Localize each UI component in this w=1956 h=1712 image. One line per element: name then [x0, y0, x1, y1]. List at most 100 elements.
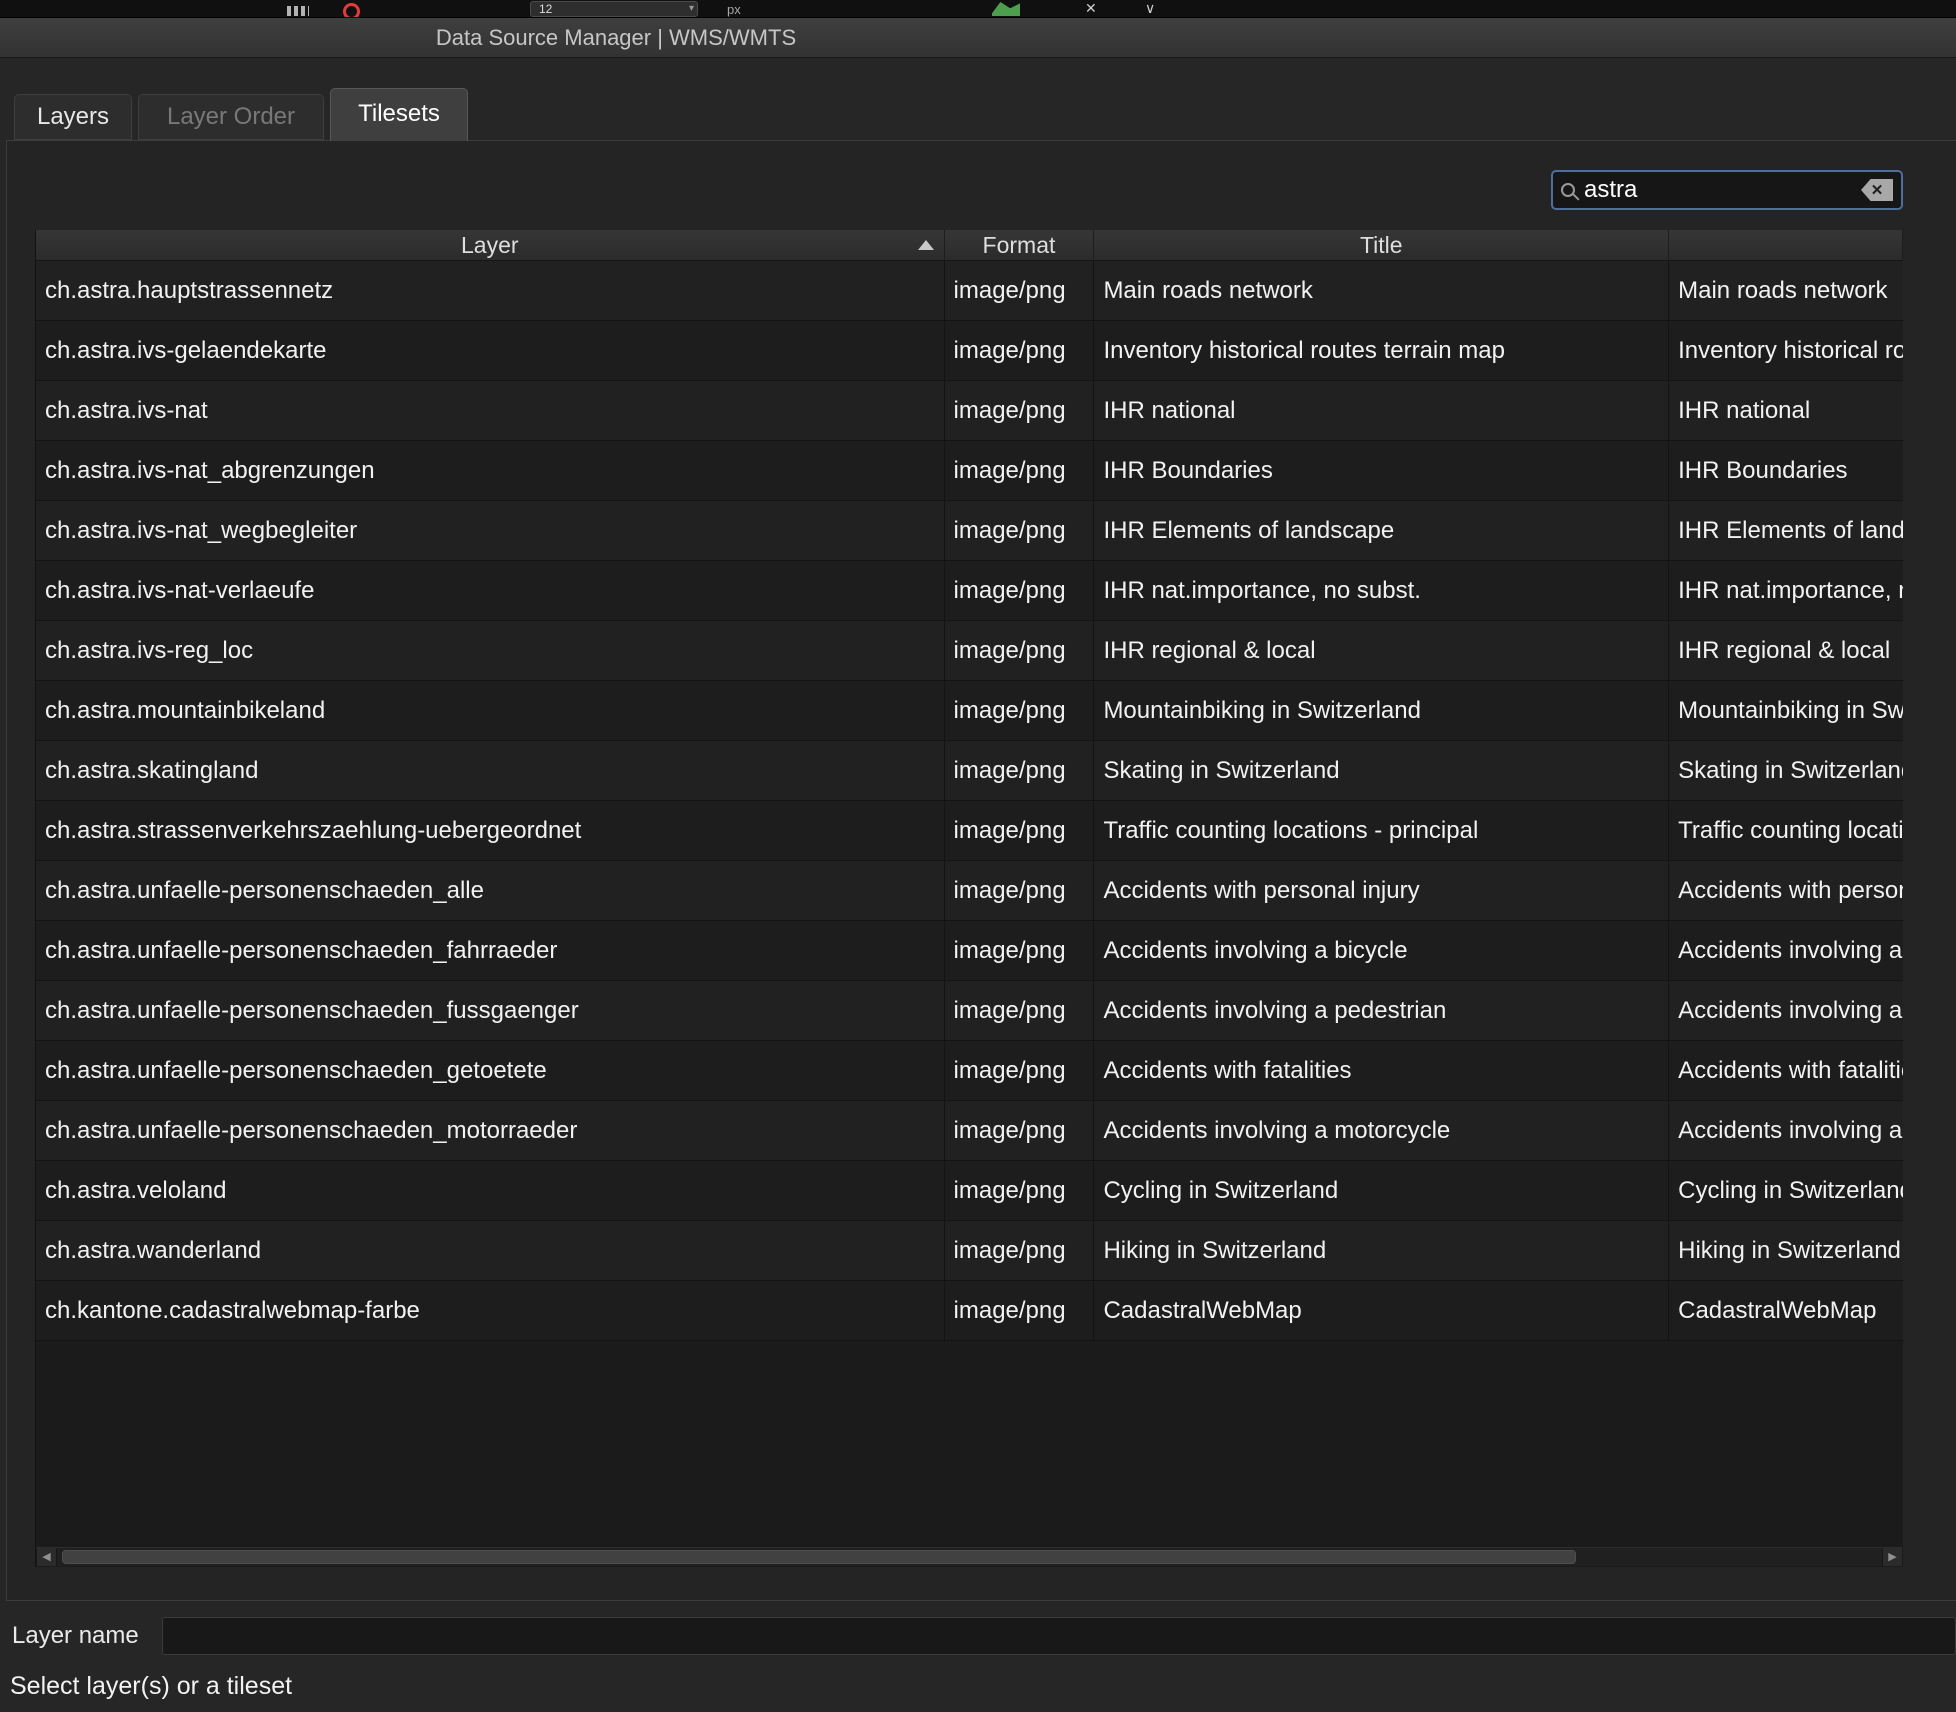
cell-layer[interactable]: ch.astra.unfaelle-personenschaeden_fahrr…: [36, 921, 945, 980]
cell-title[interactable]: Inventory historical routes terrain map: [1094, 321, 1669, 380]
cell-format[interactable]: image/png: [945, 621, 1095, 680]
cell-format[interactable]: image/png: [945, 681, 1095, 740]
cell-format[interactable]: image/png: [945, 1281, 1095, 1340]
cell-format[interactable]: image/png: [945, 1161, 1095, 1220]
cell-layer[interactable]: ch.astra.skatingland: [36, 741, 945, 800]
table-row[interactable]: ch.astra.hauptstrassennetzimage/pngMain …: [36, 261, 1903, 321]
cell-abstract[interactable]: Mountainbiking in Switzerland: [1669, 681, 1903, 740]
table-row[interactable]: ch.astra.unfaelle-personenschaeden_fahrr…: [36, 921, 1903, 981]
cell-layer[interactable]: ch.astra.veloland: [36, 1161, 945, 1220]
cell-format[interactable]: image/png: [945, 801, 1095, 860]
table-grid-icon[interactable]: [287, 6, 309, 16]
table-row[interactable]: ch.astra.unfaelle-personenschaeden_getoe…: [36, 1041, 1903, 1101]
cell-abstract[interactable]: IHR Elements of landscape: [1669, 501, 1903, 560]
cell-layer[interactable]: ch.astra.ivs-nat_abgrenzungen: [36, 441, 945, 500]
cell-format[interactable]: image/png: [945, 1101, 1095, 1160]
cell-layer[interactable]: ch.astra.unfaelle-personenschaeden_alle: [36, 861, 945, 920]
column-header-abstract[interactable]: [1669, 230, 1903, 261]
table-row[interactable]: ch.astra.mountainbikelandimage/pngMounta…: [36, 681, 1903, 741]
cell-title[interactable]: Skating in Switzerland: [1094, 741, 1669, 800]
vertex-angle-icon[interactable]: ∨: [1145, 0, 1155, 17]
sort-ascending-icon[interactable]: [918, 240, 934, 250]
cell-layer[interactable]: ch.astra.ivs-reg_loc: [36, 621, 945, 680]
cell-format[interactable]: image/png: [945, 741, 1095, 800]
cell-layer[interactable]: ch.astra.unfaelle-personenschaeden_getoe…: [36, 1041, 945, 1100]
cell-abstract[interactable]: Inventory historical routes terrain map: [1669, 321, 1903, 380]
table-row[interactable]: ch.astra.skatinglandimage/pngSkating in …: [36, 741, 1903, 801]
cell-format[interactable]: image/png: [945, 981, 1095, 1040]
table-row[interactable]: ch.astra.unfaelle-personenschaeden_motor…: [36, 1101, 1903, 1161]
vertex-cross-icon[interactable]: ✕: [1085, 0, 1097, 17]
cell-layer[interactable]: ch.astra.unfaelle-personenschaeden_motor…: [36, 1101, 945, 1160]
clear-search-icon[interactable]: ✕: [1861, 179, 1893, 201]
cell-title[interactable]: Accidents involving a pedestrian: [1094, 981, 1669, 1040]
cell-abstract[interactable]: IHR nat.importance, no subst.: [1669, 561, 1903, 620]
cell-layer[interactable]: ch.astra.unfaelle-personenschaeden_fussg…: [36, 981, 945, 1040]
cell-format[interactable]: image/png: [945, 261, 1095, 320]
cell-layer[interactable]: ch.astra.wanderland: [36, 1221, 945, 1280]
cell-title[interactable]: Accidents with fatalities: [1094, 1041, 1669, 1100]
table-row[interactable]: ch.astra.strassenverkehrszaehlung-ueberg…: [36, 801, 1903, 861]
cell-format[interactable]: image/png: [945, 921, 1095, 980]
cell-layer[interactable]: ch.astra.ivs-nat_wegbegleiter: [36, 501, 945, 560]
scroll-right-icon[interactable]: ▶: [1882, 1548, 1902, 1566]
cell-abstract[interactable]: Accidents involving a pedestrian: [1669, 981, 1903, 1040]
cell-abstract[interactable]: CadastralWebMap: [1669, 1281, 1903, 1340]
horizontal-scrollbar[interactable]: ◀ ▶: [36, 1547, 1903, 1567]
table-row[interactable]: ch.kantone.cadastralwebmap-farbeimage/pn…: [36, 1281, 1903, 1341]
cell-title[interactable]: Cycling in Switzerland: [1094, 1161, 1669, 1220]
table-row[interactable]: ch.astra.ivs-gelaendekarteimage/pngInven…: [36, 321, 1903, 381]
cell-layer[interactable]: ch.astra.ivs-gelaendekarte: [36, 321, 945, 380]
table-row[interactable]: ch.astra.wanderlandimage/pngHiking in Sw…: [36, 1221, 1903, 1281]
cell-layer[interactable]: ch.astra.ivs-nat: [36, 381, 945, 440]
font-size-combobox[interactable]: 12 ▾: [530, 1, 698, 17]
table-row[interactable]: ch.astra.ivs-reg_locimage/pngIHR regiona…: [36, 621, 1903, 681]
cell-layer[interactable]: ch.kantone.cadastralwebmap-farbe: [36, 1281, 945, 1340]
cell-abstract[interactable]: Accidents with personal injury: [1669, 861, 1903, 920]
cell-abstract[interactable]: IHR regional & local: [1669, 621, 1903, 680]
table-row[interactable]: ch.astra.ivs-nat-verlaeufeimage/pngIHR n…: [36, 561, 1903, 621]
cell-format[interactable]: image/png: [945, 861, 1095, 920]
cell-format[interactable]: image/png: [945, 561, 1095, 620]
tab-layers[interactable]: Layers: [14, 94, 132, 140]
table-row[interactable]: ch.astra.velolandimage/pngCycling in Swi…: [36, 1161, 1903, 1221]
cell-abstract[interactable]: Cycling in Switzerland: [1669, 1161, 1903, 1220]
table-row[interactable]: ch.astra.ivs-natimage/pngIHR nationalIHR…: [36, 381, 1903, 441]
cell-format[interactable]: image/png: [945, 501, 1095, 560]
cell-layer[interactable]: ch.astra.hauptstrassennetz: [36, 261, 945, 320]
cell-title[interactable]: Hiking in Switzerland: [1094, 1221, 1669, 1280]
column-header-layer[interactable]: Layer: [36, 230, 945, 261]
cell-layer[interactable]: ch.astra.strassenverkehrszaehlung-ueberg…: [36, 801, 945, 860]
cell-title[interactable]: Accidents with personal injury: [1094, 861, 1669, 920]
scroll-left-icon[interactable]: ◀: [37, 1548, 57, 1566]
cell-abstract[interactable]: Main roads network: [1669, 261, 1903, 320]
map-feature-icon[interactable]: [992, 2, 1020, 16]
cell-format[interactable]: image/png: [945, 441, 1095, 500]
search-input[interactable]: [1584, 176, 1852, 204]
cell-title[interactable]: IHR regional & local: [1094, 621, 1669, 680]
record-circle-icon[interactable]: [343, 3, 360, 18]
cell-title[interactable]: Accidents involving a motorcycle: [1094, 1101, 1669, 1160]
cell-title[interactable]: Accidents involving a bicycle: [1094, 921, 1669, 980]
scrollbar-thumb[interactable]: [62, 1550, 1576, 1564]
cell-format[interactable]: image/png: [945, 1041, 1095, 1100]
cell-abstract[interactable]: IHR Boundaries: [1669, 441, 1903, 500]
cell-abstract[interactable]: Accidents involving a bicycle: [1669, 921, 1903, 980]
cell-title[interactable]: IHR national: [1094, 381, 1669, 440]
cell-title[interactable]: IHR Elements of landscape: [1094, 501, 1669, 560]
layer-name-input[interactable]: [162, 1617, 1956, 1655]
cell-format[interactable]: image/png: [945, 381, 1095, 440]
cell-abstract[interactable]: Traffic counting locations - principal: [1669, 801, 1903, 860]
cell-title[interactable]: Mountainbiking in Switzerland: [1094, 681, 1669, 740]
cell-layer[interactable]: ch.astra.ivs-nat-verlaeufe: [36, 561, 945, 620]
table-row[interactable]: ch.astra.unfaelle-personenschaeden_allei…: [36, 861, 1903, 921]
cell-layer[interactable]: ch.astra.mountainbikeland: [36, 681, 945, 740]
cell-abstract[interactable]: Accidents involving a motorcycle: [1669, 1101, 1903, 1160]
cell-abstract[interactable]: Skating in Switzerland: [1669, 741, 1903, 800]
cell-title[interactable]: CadastralWebMap: [1094, 1281, 1669, 1340]
cell-abstract[interactable]: Hiking in Switzerland: [1669, 1221, 1903, 1280]
cell-title[interactable]: Main roads network: [1094, 261, 1669, 320]
cell-format[interactable]: image/png: [945, 1221, 1095, 1280]
cell-title[interactable]: IHR Boundaries: [1094, 441, 1669, 500]
cell-title[interactable]: IHR nat.importance, no subst.: [1094, 561, 1669, 620]
